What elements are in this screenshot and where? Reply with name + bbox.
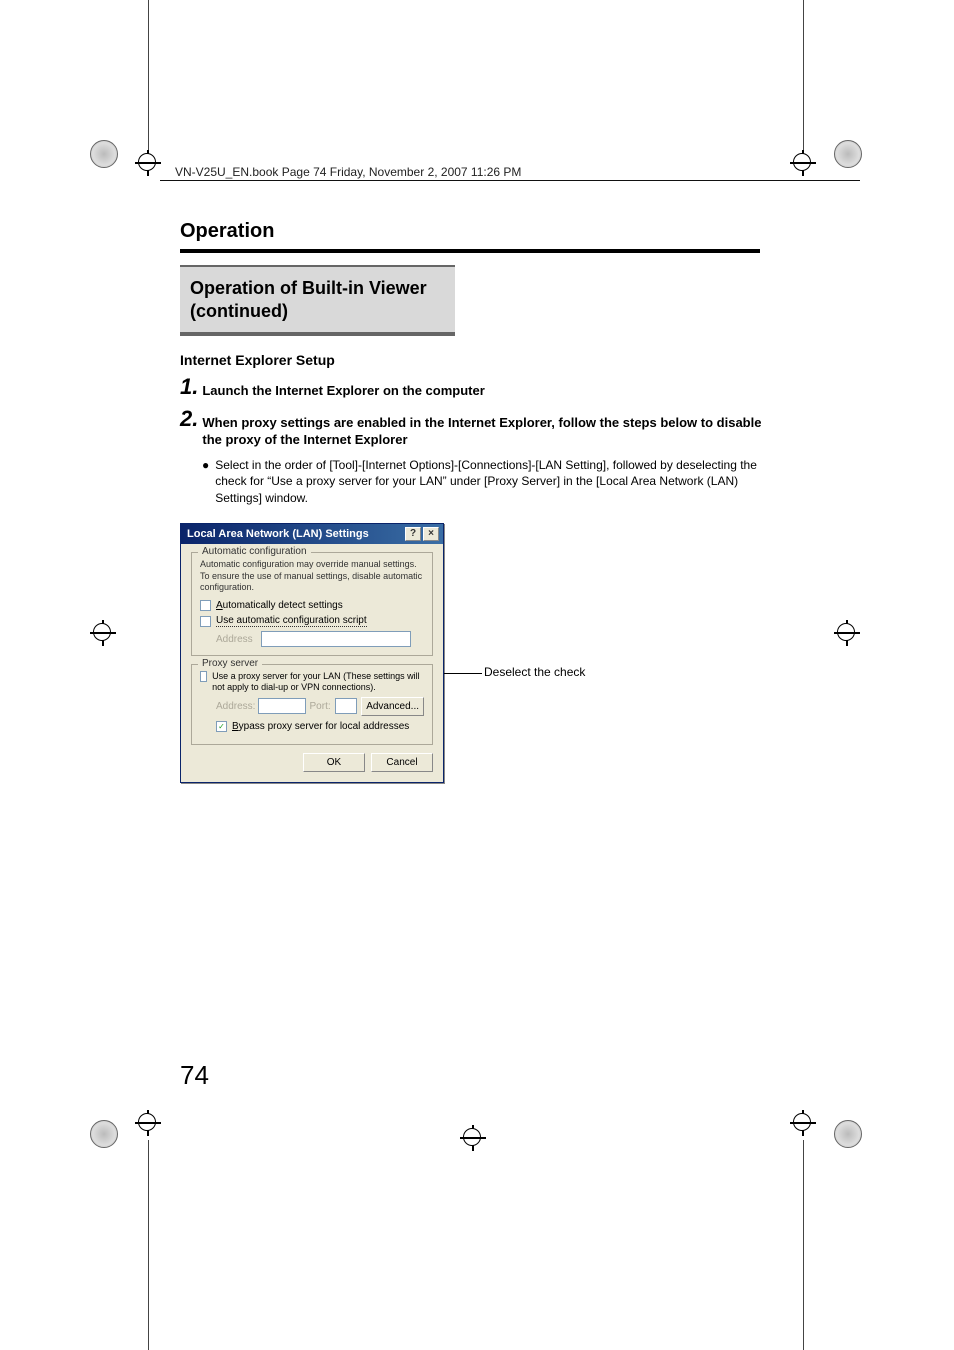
section-title: Operation (180, 220, 775, 243)
checkbox-label: Use a proxy server for your LAN (These s… (212, 671, 424, 693)
close-button[interactable]: × (423, 527, 439, 541)
reg-mark-br-outer (834, 1120, 866, 1152)
proxy-address-input[interactable] (258, 698, 306, 714)
cancel-button[interactable]: Cancel (371, 753, 433, 772)
lan-settings-dialog: Local Area Network (LAN) Settings ? × Au… (180, 523, 444, 783)
address-input[interactable] (261, 631, 411, 647)
reg-mark-bl (135, 1110, 167, 1142)
reg-mark-tl (135, 150, 167, 182)
section-rule (180, 249, 760, 253)
ok-button[interactable]: OK (303, 753, 365, 772)
step-num: 2. (180, 408, 198, 449)
crop-line (803, 1140, 804, 1350)
group-proxy: Proxy server Use a proxy server for your… (191, 664, 433, 745)
crop-line (148, 1140, 149, 1350)
proxy-port-input[interactable] (335, 698, 358, 714)
step-num: 1. (180, 376, 198, 400)
reg-mark-tr-outer (834, 140, 866, 172)
reg-mark-ml-outer (90, 620, 122, 652)
checkbox-label: AAutomatically detect settingsutomatical… (216, 600, 343, 611)
group-legend: Proxy server (198, 658, 262, 669)
address-label: Address (216, 634, 256, 645)
callout-text: Deselect the check (484, 665, 585, 679)
advanced-button[interactable]: Advanced... (361, 697, 424, 716)
address-label: Address: (216, 701, 254, 712)
crop-line (803, 0, 804, 150)
port-label: Port: (310, 701, 331, 712)
help-button[interactable]: ? (405, 527, 421, 541)
reg-mark-tr (790, 150, 822, 182)
checkbox-use-proxy[interactable] (200, 671, 207, 682)
reg-mark-mr-outer (834, 620, 866, 652)
step-1: 1. Launch the Internet Explorer on the c… (180, 376, 775, 400)
group-legend: Automatic configuration (198, 546, 311, 557)
bullet-text: Select in the order of [Tool]-[Internet … (215, 457, 775, 507)
callout-line (444, 673, 482, 674)
group-desc: Automatic configuration may override man… (200, 559, 424, 594)
step-text: When proxy settings are enabled in the I… (202, 408, 775, 449)
checkbox-auto-detect[interactable] (200, 600, 211, 611)
checkbox-bypass[interactable]: ✓ (216, 721, 227, 732)
step-text: Launch the Internet Explorer on the comp… (202, 376, 484, 400)
page-number: 74 (180, 1060, 209, 1091)
checkbox-label: Bypass proxy server for local addressesB… (232, 721, 409, 732)
crop-line (148, 0, 149, 150)
step-2: 2. When proxy settings are enabled in th… (180, 408, 775, 449)
checkbox-label: Use automatic configuration script (216, 615, 367, 627)
dialog-titlebar[interactable]: Local Area Network (LAN) Settings ? × (181, 524, 443, 544)
dialog-title: Local Area Network (LAN) Settings (187, 528, 369, 540)
sub-banner: Operation of Built-in Viewer (continued) (180, 265, 455, 336)
reg-mark-bm (460, 1125, 492, 1157)
reg-mark-tl-outer (90, 140, 122, 172)
bullet-line: ● Select in the order of [Tool]-[Interne… (202, 457, 775, 507)
reg-mark-bl-outer (90, 1120, 122, 1152)
subhead: Internet Explorer Setup (180, 352, 775, 368)
bullet-dot-icon: ● (202, 457, 209, 507)
checkbox-use-script[interactable] (200, 616, 211, 627)
group-auto-config: Automatic configuration Automatic config… (191, 552, 433, 656)
reg-mark-br (790, 1110, 822, 1142)
